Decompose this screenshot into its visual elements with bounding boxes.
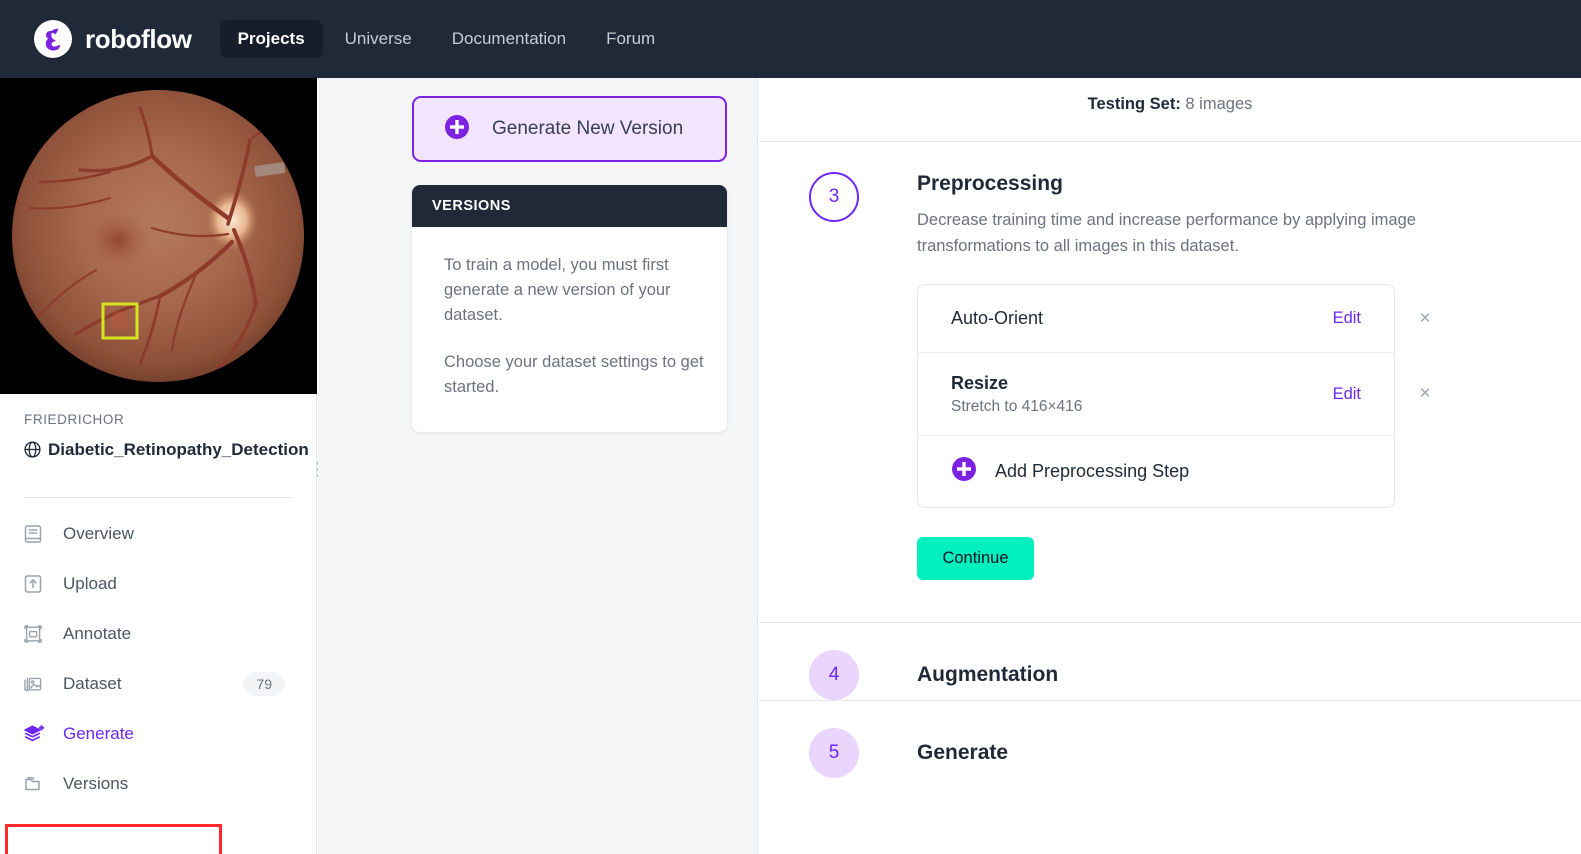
generate-icon xyxy=(22,723,52,745)
sidebar-item-label: Generate xyxy=(63,724,134,743)
testing-set-value: 8 images xyxy=(1185,95,1253,113)
sidebar-item-annotate[interactable]: Annotate xyxy=(0,609,316,659)
step-number-4: 4 xyxy=(809,650,859,700)
nav-item-forum[interactable]: Forum xyxy=(588,20,673,58)
section-augmentation[interactable]: 4 Augmentation xyxy=(759,623,1581,700)
section-preprocessing: 3 Preprocessing Decrease training time a… xyxy=(759,142,1581,622)
versions-panel: Generate New Version VERSIONS To train a… xyxy=(318,78,758,854)
organization-name: FRIEDRICHOR xyxy=(24,412,125,427)
versions-card: VERSIONS To train a model, you must firs… xyxy=(412,185,727,432)
nav-items: Projects Universe Documentation Forum xyxy=(219,20,674,58)
globe-icon xyxy=(24,440,41,465)
upload-icon xyxy=(22,573,52,595)
versions-card-header: VERSIONS xyxy=(412,185,727,227)
sidebar-divider xyxy=(24,497,292,498)
augmentation-body: Augmentation xyxy=(917,650,1581,700)
sidebar-item-upload[interactable]: Upload xyxy=(0,559,316,609)
app-root: roboflow Projects Universe Documentation… xyxy=(0,0,1581,854)
brand-name: roboflow xyxy=(85,23,192,54)
generate-steps-panel: Testing Set: 8 images 3 Preprocessing De… xyxy=(759,78,1581,854)
nav-item-projects[interactable]: Projects xyxy=(219,20,323,58)
augmentation-title: Augmentation xyxy=(917,663,1059,686)
sidebar-item-overview[interactable]: Overview xyxy=(0,509,316,559)
left-sidebar: FRIEDRICHOR Diabetic_Retinopathy_Detecti… xyxy=(0,78,321,854)
page-title: Diabetic_Retinopathy_Detection xyxy=(24,437,309,465)
step-name: Auto-Orient xyxy=(951,308,1044,328)
brand[interactable]: roboflow xyxy=(33,19,192,59)
add-preprocessing-step-button[interactable]: Add Preprocessing Step xyxy=(918,435,1394,507)
versions-empty-text-2: Choose your dataset settings to get star… xyxy=(444,353,704,396)
sidebar-nav-list: Overview Upload Annotate Dataset 79 Gene… xyxy=(0,509,316,809)
nav-item-documentation[interactable]: Documentation xyxy=(434,20,584,58)
generate-new-version-label: Generate New Version xyxy=(492,118,684,139)
step-subtitle: Stretch to 416×416 xyxy=(951,397,1083,415)
generate-body: Generate xyxy=(917,728,1581,778)
sidebar-item-versions[interactable]: Versions xyxy=(0,759,316,809)
dataset-icon xyxy=(22,673,52,695)
dataset-split-summary: Testing Set: 8 images xyxy=(759,78,1581,141)
retina-image xyxy=(0,78,317,394)
sidebar-item-label: Versions xyxy=(63,774,129,793)
sidebar-item-label: Upload xyxy=(63,574,117,593)
sidebar-item-generate[interactable]: Generate xyxy=(0,709,316,759)
remove-auto-orient-close-icon[interactable]: × xyxy=(1415,308,1435,330)
preprocessing-step-resize: Resize Stretch to 416×416 Edit × xyxy=(918,352,1431,435)
step-number-5: 5 xyxy=(809,728,859,778)
nav-item-universe[interactable]: Universe xyxy=(327,20,430,58)
preprocessing-step-auto-orient: Auto-Orient Edit × xyxy=(918,285,1431,352)
testing-set-label: Testing Set: xyxy=(1087,95,1181,113)
edit-auto-orient-link[interactable]: Edit xyxy=(1333,309,1361,328)
edit-resize-link[interactable]: Edit xyxy=(1333,385,1361,404)
remove-resize-close-icon[interactable]: × xyxy=(1415,383,1435,405)
versions-empty-text-1: To train a model, you must first generat… xyxy=(444,256,671,324)
preprocessing-body: Preprocessing Decrease training time and… xyxy=(917,172,1581,622)
sidebar-item-label: Annotate xyxy=(63,624,132,643)
project-block: FRIEDRICHOR Diabetic_Retinopathy_Detecti… xyxy=(0,394,321,477)
generate-new-version-button[interactable]: Generate New Version xyxy=(412,96,727,162)
project-name: Diabetic_Retinopathy_Detection xyxy=(48,440,309,459)
generate-highlight-box xyxy=(5,824,222,854)
preprocessing-steps-card: Auto-Orient Edit × Resize Stretch to 416… xyxy=(917,284,1431,508)
plus-circle-icon xyxy=(444,114,470,145)
overview-icon xyxy=(22,523,52,545)
project-title-row: Diabetic_Retinopathy_Detection xyxy=(24,437,321,477)
step-texts: Resize Stretch to 416×416 xyxy=(951,373,1333,416)
continue-button[interactable]: Continue xyxy=(917,537,1034,580)
sidebar-item-dataset[interactable]: Dataset 79 xyxy=(0,659,316,709)
roboflow-logo-icon xyxy=(33,19,73,59)
dataset-count-badge: 79 xyxy=(243,672,285,696)
annotate-icon xyxy=(22,623,52,645)
sidebar-item-label: Dataset xyxy=(63,674,122,693)
plus-circle-icon xyxy=(951,456,977,487)
dataset-thumbnail[interactable] xyxy=(0,78,317,394)
generate-title: Generate xyxy=(917,741,1009,764)
preprocessing-description: Decrease training time and increase perf… xyxy=(917,211,1416,255)
versions-card-body: To train a model, you must first generat… xyxy=(412,227,727,432)
step-name: Resize xyxy=(951,372,1009,393)
testing-set-line: Testing Set: 8 images xyxy=(1088,95,1253,114)
top-navigation-bar: roboflow Projects Universe Documentation… xyxy=(0,0,1581,78)
sidebar-item-label: Overview xyxy=(63,524,134,543)
preprocessing-title: Preprocessing xyxy=(917,172,1063,195)
step-texts: Auto-Orient xyxy=(951,308,1333,329)
step-number-3: 3 xyxy=(809,172,859,222)
section-generate[interactable]: 5 Generate xyxy=(759,701,1581,778)
versions-icon xyxy=(22,773,52,795)
add-preprocessing-step-label: Add Preprocessing Step xyxy=(995,461,1190,481)
